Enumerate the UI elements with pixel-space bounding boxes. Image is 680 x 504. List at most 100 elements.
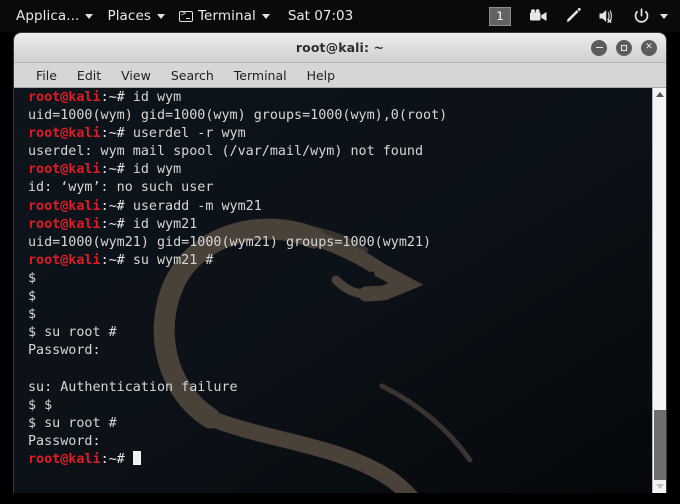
menu-item-label: View xyxy=(121,67,151,83)
top-panel: Applica... Places Terminal Sat 07:03 1 xyxy=(0,0,680,32)
terminal-line: root@kali:~# id wym xyxy=(28,89,638,107)
shell-output: id: ‘wym’: no such user xyxy=(28,180,214,196)
terminal-line: su: Authentication failure xyxy=(28,379,638,397)
terminal-line: root@kali:~# id wym xyxy=(28,161,638,179)
terminal-line: root@kali:~# userdel -r wym xyxy=(28,125,638,143)
speaker-muted-icon[interactable] xyxy=(596,6,618,26)
shell-prompt-path: :~# xyxy=(100,252,133,268)
terminal-line: root@kali:~# useradd -m wym21 xyxy=(28,198,638,216)
terminal-line: root@kali:~# su wym21 # xyxy=(28,252,638,270)
terminal-line: $ $ xyxy=(28,397,638,415)
scroll-up-arrow[interactable] xyxy=(653,88,666,101)
menu-item-help[interactable]: Help xyxy=(297,63,346,88)
menu-item-edit[interactable]: Edit xyxy=(67,63,111,88)
terminal-line: $ xyxy=(28,306,638,324)
workspace-indicator[interactable]: 1 xyxy=(489,6,511,26)
terminal-line: $ su root # xyxy=(28,415,638,433)
shell-prompt-user: root@kali xyxy=(28,90,101,105)
shell-prompt-user: root@kali xyxy=(28,198,101,214)
shell-prompt-user: root@kali xyxy=(28,252,101,268)
window-titlebar[interactable]: root@kali: ~ xyxy=(14,33,666,63)
window-title: root@kali: ~ xyxy=(295,40,385,55)
pen-icon[interactable] xyxy=(562,6,584,26)
shell-command: id wym21 xyxy=(132,216,198,232)
panel-tray: 1 xyxy=(489,0,680,32)
terminal-line: $ xyxy=(28,270,638,288)
chevron-down-icon xyxy=(261,13,270,19)
chevron-down-icon xyxy=(85,13,94,19)
shell-prompt-path: :~# xyxy=(100,90,133,105)
shell-command: su wym21 # xyxy=(132,252,214,268)
terminal-icon xyxy=(178,9,193,22)
shell-prompt-user: root@kali xyxy=(28,126,101,142)
power-icon[interactable] xyxy=(630,6,652,26)
terminal-line: id: ‘wym’: no such user xyxy=(28,179,638,197)
shell-prompt-path: :~# xyxy=(100,162,133,178)
shell-output: Password: xyxy=(28,433,101,449)
shell-command: userdel -r wym xyxy=(132,126,246,142)
menubar: File Edit View Search Terminal Help xyxy=(14,63,666,88)
shell-prompt-path: :~# xyxy=(100,126,133,142)
shell-command: id wym xyxy=(132,162,182,178)
shell-command: useradd -m wym21 xyxy=(132,198,262,214)
workspace-number: 1 xyxy=(496,9,504,23)
menu-item-terminal[interactable]: Terminal xyxy=(224,63,297,88)
close-button[interactable] xyxy=(641,39,657,56)
shell-output: $ $ xyxy=(28,397,53,413)
shell-output: $ su root # xyxy=(28,325,117,341)
terminal-line: uid=1000(wym21) gid=1000(wym21) groups=1… xyxy=(28,234,638,252)
shell-output: uid=1000(wym) gid=1000(wym) groups=1000(… xyxy=(28,108,448,124)
applications-menu[interactable]: Applica... xyxy=(9,0,100,32)
clock[interactable]: Sat 07:03 xyxy=(277,0,360,32)
terminal-window-menu[interactable]: Terminal xyxy=(172,0,277,32)
chevron-down-icon[interactable] xyxy=(660,13,668,19)
menu-item-label: File xyxy=(36,67,57,83)
desktop-background xyxy=(0,493,680,504)
video-camera-icon[interactable] xyxy=(528,6,550,26)
menu-item-label: Edit xyxy=(76,67,102,83)
shell-output: $ su root # xyxy=(28,415,117,431)
terminal-line: Password: xyxy=(28,433,638,451)
shell-command: id wym xyxy=(132,90,182,105)
shell-output: su: Authentication failure xyxy=(28,379,238,395)
menu-item-file[interactable]: File xyxy=(27,63,67,88)
applications-menu-label: Applica... xyxy=(16,8,80,24)
terminal-line: root@kali:~# xyxy=(28,450,638,469)
menu-item-label: Terminal xyxy=(233,67,287,83)
text-cursor xyxy=(132,450,141,465)
shell-output: userdel: wym mail spool (/var/mail/wym) … xyxy=(28,144,424,160)
terminal-line: userdel: wym mail spool (/var/mail/wym) … xyxy=(28,143,638,161)
clock-label: Sat 07:03 xyxy=(287,8,354,24)
shell-prompt-path: :~# xyxy=(100,216,133,232)
minimize-button[interactable] xyxy=(591,39,607,56)
scroll-down-arrow[interactable] xyxy=(653,480,666,493)
terminal-window: root@kali: ~ File Edit View Search Terminal H… xyxy=(14,33,666,493)
terminal-body[interactable]: root@kali:~# id wym uid=1000(wym) gid=100… xyxy=(14,88,666,493)
shell-prompt-user: root@kali xyxy=(28,162,101,178)
shell-output: uid=1000(wym21) gid=1000(wym21) groups=1… xyxy=(28,234,432,250)
maximize-button[interactable] xyxy=(616,39,632,56)
chevron-down-icon xyxy=(156,13,165,19)
terminal-line: $ su root # xyxy=(28,324,638,342)
shell-output: $ xyxy=(28,270,37,286)
shell-prompt-path: :~# xyxy=(100,198,133,214)
terminal-line: uid=1000(wym) gid=1000(wym) groups=1000(… xyxy=(28,107,638,125)
shell-prompt-path: :~# xyxy=(100,451,133,467)
places-menu[interactable]: Places xyxy=(100,0,172,32)
menu-item-label: Help xyxy=(306,67,336,83)
menu-item-view[interactable]: View xyxy=(111,63,161,88)
terminal-line: Password: xyxy=(28,342,638,360)
menu-item-search[interactable]: Search xyxy=(161,63,224,88)
shell-prompt-user: root@kali xyxy=(28,451,101,467)
scroll-thumb[interactable] xyxy=(654,410,666,480)
shell-output: Password: xyxy=(28,343,101,359)
menu-item-label: Search xyxy=(170,67,214,83)
terminal-line: $ xyxy=(28,288,638,306)
terminal-line: root@kali:~# id wym21 xyxy=(28,216,638,234)
shell-output: $ xyxy=(28,289,37,305)
shell-prompt-user: root@kali xyxy=(28,216,101,232)
terminal-output: root@kali:~# id wym uid=1000(wym) gid=100… xyxy=(28,89,638,469)
places-menu-label: Places xyxy=(107,8,151,24)
terminal-scrollbar[interactable] xyxy=(652,88,666,493)
